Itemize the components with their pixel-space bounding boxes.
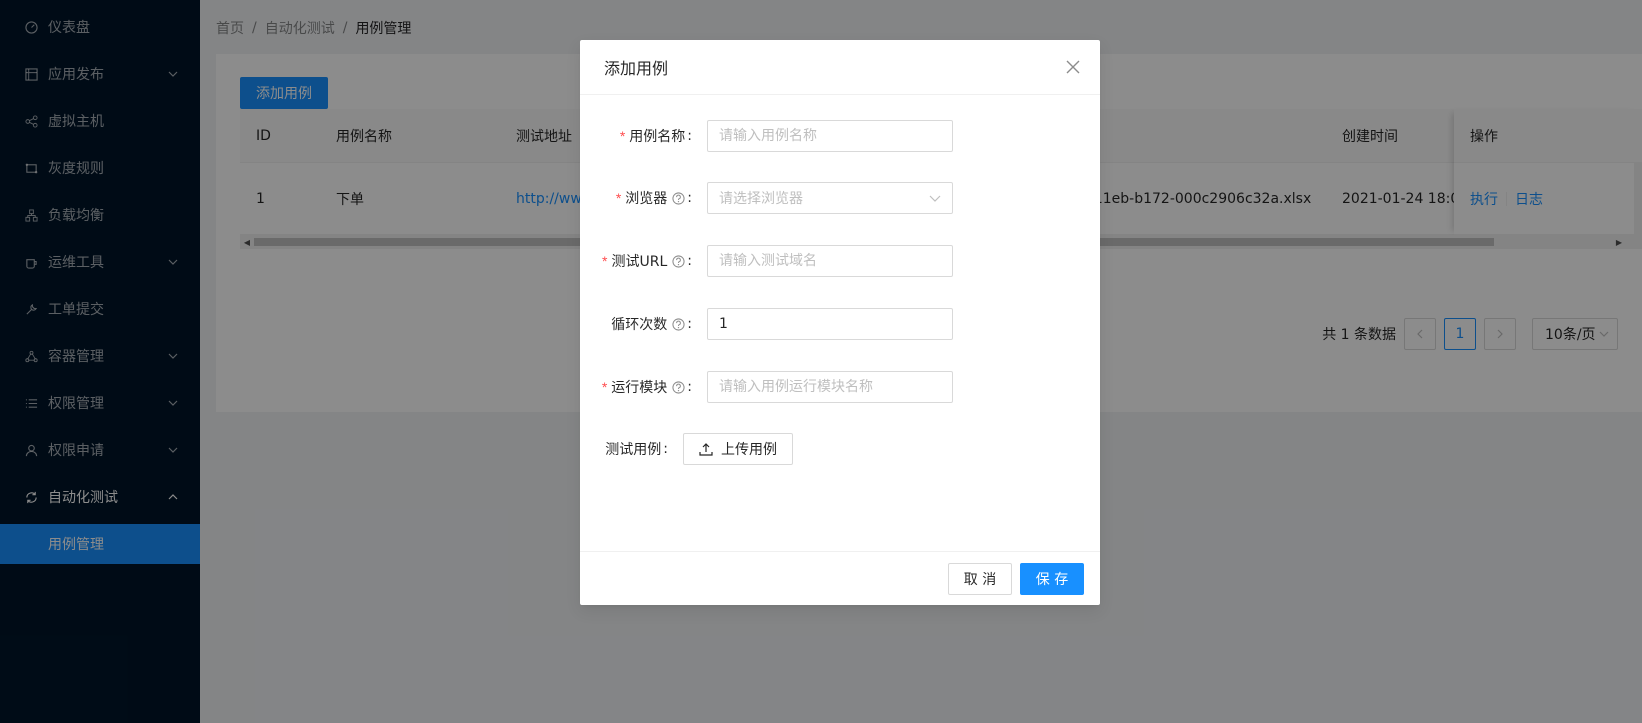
save-button[interactable]: 保 存 [1020, 563, 1084, 595]
form-item-test-url: * 测试URL : [580, 245, 1100, 277]
label-colon: : [687, 253, 692, 269]
question-circle-icon[interactable] [671, 254, 685, 268]
label-colon: : [687, 379, 692, 395]
required-mark: * [602, 253, 608, 269]
app-root: 仪表盘 应用发布 虚拟主机 灰度规则 负载均衡 运维工具 工单提交 容器管理 权… [0, 0, 1642, 723]
run-module-input[interactable] [707, 371, 953, 403]
form-label-loop-count: 循环次数 : [611, 308, 700, 340]
label-colon: : [687, 316, 692, 332]
loop-count-input[interactable] [707, 308, 953, 340]
required-mark: * [619, 128, 626, 144]
form-label-text: 用例名称 [629, 129, 686, 145]
browser-select-placeholder: 请选择浏览器 [719, 191, 803, 207]
add-case-modal: 添加用例 * 用例名称 : * 浏览器 : 请选择浏览器 [580, 40, 1100, 605]
form-label-test-url: * 测试URL : [602, 245, 700, 277]
case-name-input[interactable] [707, 120, 953, 152]
required-mark: * [601, 379, 608, 395]
form-item-test-case-file: 测试用例 : 上传用例 [580, 433, 1100, 465]
modal-footer: 取 消 保 存 [580, 551, 1100, 605]
question-circle-icon[interactable] [671, 317, 685, 331]
label-colon: : [663, 441, 668, 457]
question-circle-icon[interactable] [671, 191, 685, 205]
form-label-browser: * 浏览器 : [616, 182, 700, 214]
label-colon: : [687, 128, 692, 144]
upload-icon [699, 443, 713, 456]
label-colon: : [687, 190, 692, 206]
required-mark: * [615, 190, 622, 206]
upload-button-label: 上传用例 [721, 442, 777, 458]
form-label-text: 测试用例 [605, 442, 662, 458]
modal-title: 添加用例 [604, 59, 669, 78]
test-url-input[interactable] [707, 245, 953, 277]
question-circle-icon[interactable] [671, 380, 685, 394]
chevron-down-icon [929, 195, 941, 202]
form-label-text: 循环次数 [611, 317, 668, 333]
form-item-browser: * 浏览器 : 请选择浏览器 [580, 182, 1100, 214]
close-icon[interactable] [1062, 56, 1084, 78]
form-item-loop-count: 循环次数 : [580, 308, 1100, 340]
form-item-run-module: * 运行模块 : [580, 371, 1100, 403]
cancel-button[interactable]: 取 消 [948, 563, 1012, 595]
form-label-text: 运行模块 [611, 380, 668, 396]
upload-case-button[interactable]: 上传用例 [683, 433, 793, 465]
form-label-run-module: * 运行模块 : [602, 371, 700, 403]
browser-select[interactable]: 请选择浏览器 [707, 182, 953, 214]
form-label-text: 测试URL [611, 254, 668, 270]
form-label-test-case-file: 测试用例 : [605, 433, 676, 465]
modal-header: 添加用例 [580, 40, 1100, 95]
form-label-case-name: * 用例名称 : [620, 120, 700, 152]
form-item-case-name: * 用例名称 : [580, 120, 1100, 152]
form-label-text: 浏览器 [625, 191, 668, 207]
